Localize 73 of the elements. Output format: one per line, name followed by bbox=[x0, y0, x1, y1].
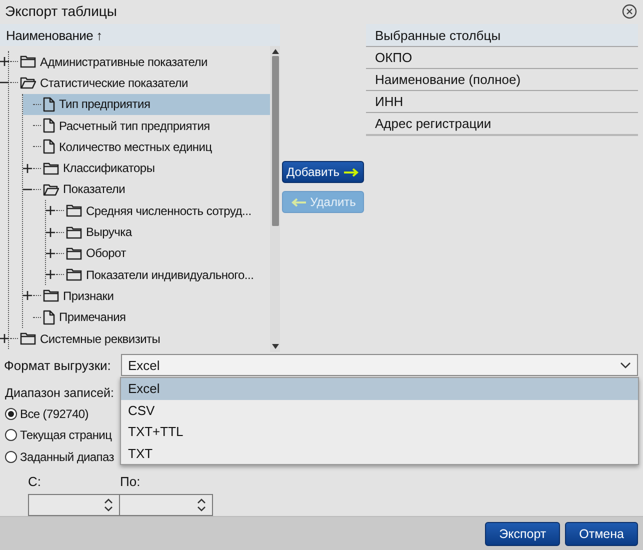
tree-item[interactable]: Статистические показатели bbox=[0, 72, 270, 94]
chevron-down-icon bbox=[620, 362, 631, 368]
folder-icon bbox=[43, 162, 59, 175]
open-folder-icon bbox=[43, 182, 59, 196]
window-title: Экспорт таблицы bbox=[5, 3, 117, 19]
document-icon bbox=[43, 96, 55, 112]
radio-button[interactable] bbox=[5, 429, 17, 442]
spinner-icon bbox=[104, 498, 113, 512]
range-radio[interactable]: Заданный диапаз bbox=[5, 446, 114, 468]
folder-icon bbox=[20, 55, 36, 68]
document-icon bbox=[43, 139, 55, 154]
tree-item[interactable]: Системные реквизиты bbox=[0, 328, 270, 350]
range-radio[interactable]: Текущая страниц bbox=[5, 424, 112, 446]
folder-icon bbox=[66, 268, 82, 282]
expand-icon[interactable] bbox=[46, 248, 55, 258]
tree-item[interactable]: Классификаторы bbox=[23, 157, 270, 179]
tree-item[interactable]: Расчетный тип предприятия bbox=[23, 114, 270, 136]
expand-icon[interactable] bbox=[46, 270, 55, 280]
expand-icon[interactable] bbox=[23, 291, 32, 300]
folder-icon bbox=[66, 204, 82, 218]
radio-button[interactable] bbox=[5, 408, 17, 420]
format-label: Формат выгрузки: bbox=[3, 358, 112, 372]
expand-icon[interactable] bbox=[46, 228, 55, 237]
tree-item[interactable]: Количество местных единиц bbox=[23, 136, 270, 158]
tree-item[interactable]: Средняя численность сотруд... bbox=[46, 200, 270, 222]
folder-icon bbox=[20, 332, 36, 345]
dropdown-option[interactable]: Excel bbox=[121, 378, 638, 400]
tree-item[interactable]: Административные показатели bbox=[0, 51, 270, 72]
format-select[interactable]: Excel bbox=[121, 354, 638, 376]
right-arrow-icon bbox=[344, 168, 360, 176]
scroll-up-icon[interactable] bbox=[272, 49, 278, 54]
dropdown-option[interactable]: TXT bbox=[121, 442, 638, 464]
tree-item[interactable]: Оборот bbox=[46, 242, 270, 264]
tree-item[interactable]: Признаки bbox=[23, 285, 270, 307]
to-label: По: bbox=[120, 474, 142, 490]
tree-item[interactable]: Примечания bbox=[23, 306, 270, 328]
scroll-down-icon[interactable] bbox=[272, 344, 278, 349]
tree-item[interactable]: Выручка bbox=[46, 221, 270, 243]
close-icon[interactable] bbox=[622, 4, 637, 18]
selected-column-item[interactable]: Наименование (полное) bbox=[366, 68, 638, 90]
to-field[interactable] bbox=[120, 494, 213, 516]
range-label: Диапазон записей: bbox=[5, 385, 114, 402]
folder-icon bbox=[43, 289, 59, 302]
from-field[interactable] bbox=[28, 494, 120, 516]
scrollbar[interactable] bbox=[270, 46, 280, 352]
left-arrow-icon bbox=[290, 198, 306, 206]
folder-icon bbox=[66, 246, 82, 260]
expand-icon[interactable] bbox=[46, 206, 55, 216]
range-radio[interactable]: Все (792740) bbox=[5, 403, 88, 424]
dropdown-option[interactable]: CSV bbox=[121, 400, 638, 421]
document-icon bbox=[43, 310, 55, 325]
expand-icon[interactable] bbox=[23, 164, 32, 173]
cancel-button[interactable]: Отмена bbox=[565, 522, 638, 546]
expand-icon[interactable] bbox=[0, 334, 9, 343]
open-folder-icon bbox=[20, 76, 36, 90]
document-icon bbox=[43, 118, 55, 134]
folder-icon bbox=[66, 226, 82, 239]
column-header[interactable]: Наименование bbox=[6, 28, 94, 42]
selected-column-item[interactable]: ИНН bbox=[366, 90, 638, 112]
tree-item[interactable]: Тип предприятия bbox=[23, 94, 270, 115]
expand-icon[interactable] bbox=[0, 57, 9, 66]
tree-item[interactable]: Показатели bbox=[23, 178, 270, 200]
tree-item[interactable]: Показатели индивидуального... bbox=[46, 264, 270, 286]
dropdown-option[interactable]: TXT+TTL bbox=[121, 421, 638, 442]
sort-arrow: ↑ bbox=[96, 28, 102, 42]
selected-column-item[interactable]: ОКПО bbox=[366, 46, 638, 68]
selected-column-item[interactable]: Адрес регистрации bbox=[366, 112, 638, 136]
add-button[interactable]: Добавить bbox=[282, 161, 364, 183]
export-button[interactable]: Экспорт bbox=[485, 522, 560, 546]
column-header: Выбранные столбцы bbox=[366, 24, 638, 46]
radio-button[interactable] bbox=[5, 450, 17, 463]
from-label: С: bbox=[28, 474, 42, 490]
spinner-icon bbox=[197, 498, 206, 512]
